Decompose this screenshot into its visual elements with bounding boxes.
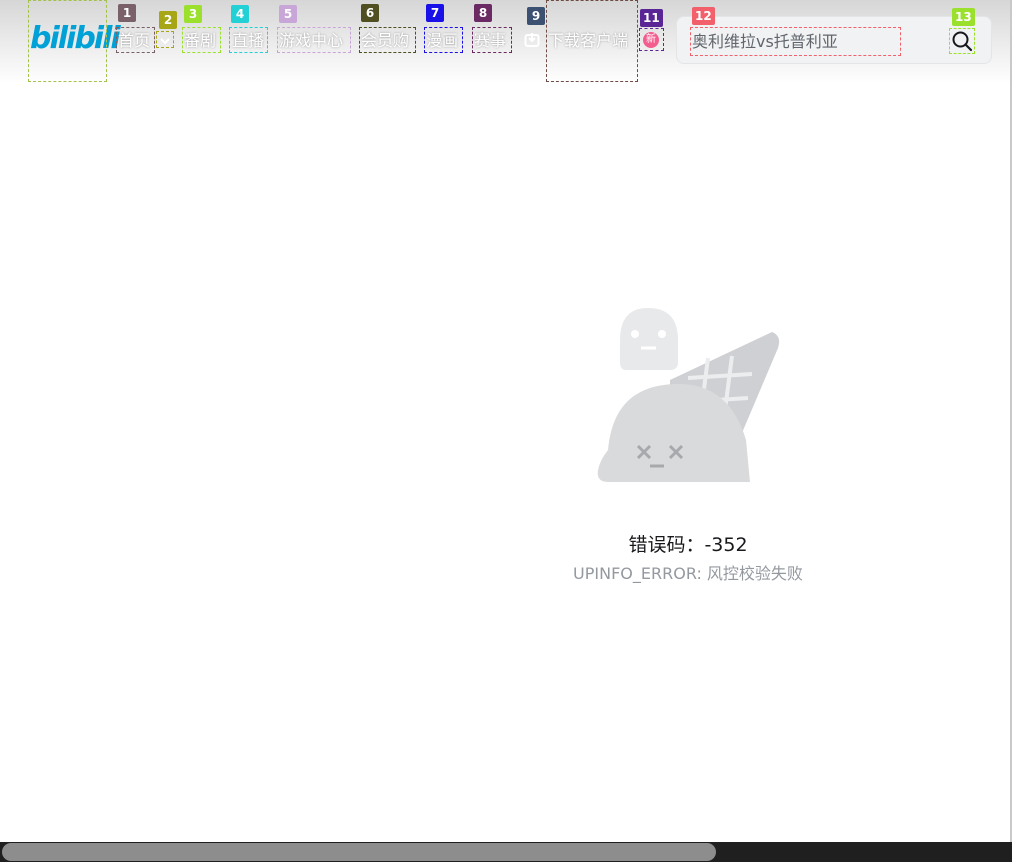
marker-8: 8 bbox=[474, 4, 492, 22]
error-message: UPINFO_ERROR: 风控校验失败 bbox=[573, 564, 803, 583]
marker-11: 11 bbox=[640, 9, 663, 27]
marker-5: 5 bbox=[279, 5, 297, 23]
nav-anime[interactable]: 番剧 bbox=[184, 31, 216, 51]
new-badge[interactable]: 新 bbox=[643, 32, 659, 48]
marker-9: 9 bbox=[527, 7, 545, 25]
marker-3: 3 bbox=[184, 5, 202, 23]
error-code: 错误码：-352 bbox=[628, 534, 748, 556]
search-input[interactable] bbox=[692, 29, 892, 53]
marker-12: 12 bbox=[692, 7, 715, 25]
nav-download-client[interactable]: 下载客户端 bbox=[548, 31, 628, 51]
download-icon bbox=[524, 32, 540, 48]
marker-13: 13 bbox=[952, 8, 975, 26]
chevron-down-icon[interactable] bbox=[158, 33, 172, 46]
error-illustration bbox=[590, 300, 790, 490]
nav-live[interactable]: 直播 bbox=[232, 31, 264, 51]
marker-6: 6 bbox=[361, 4, 379, 22]
marker-2: 2 bbox=[159, 11, 177, 29]
nav-game-center[interactable]: 游戏中心 bbox=[279, 31, 343, 51]
nav-home[interactable]: 首页 bbox=[118, 31, 150, 51]
marker-7: 7 bbox=[426, 4, 444, 22]
logo-outline bbox=[28, 0, 107, 82]
scrollbar-thumb[interactable] bbox=[2, 843, 716, 861]
marker-1: 1 bbox=[118, 4, 136, 22]
search-icon[interactable] bbox=[951, 30, 973, 52]
nav-manga[interactable]: 漫画 bbox=[426, 31, 458, 51]
marker-4: 4 bbox=[231, 5, 249, 23]
nav-member-shop[interactable]: 会员购 bbox=[361, 31, 409, 51]
nav-esports[interactable]: 赛事 bbox=[474, 31, 506, 51]
